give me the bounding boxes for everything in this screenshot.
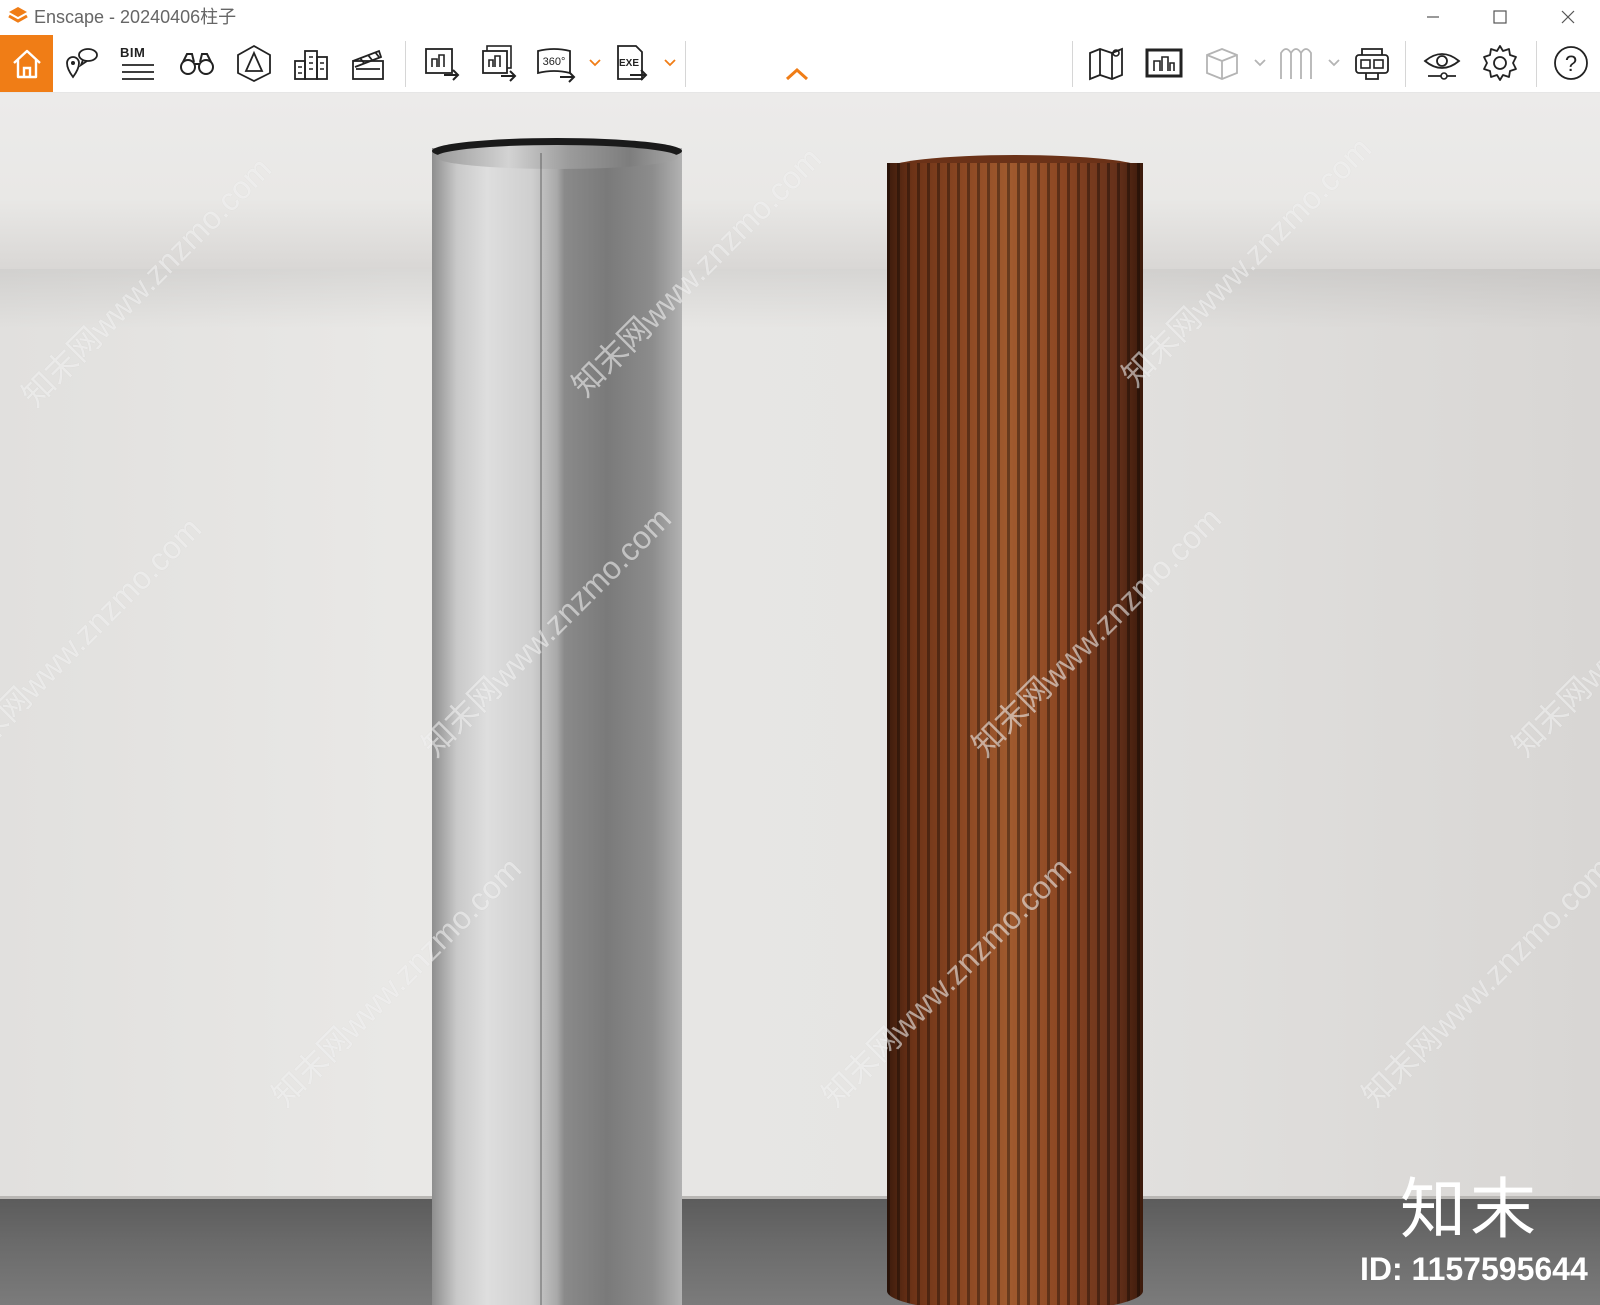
batch-export-icon <box>482 45 517 82</box>
chevron-down-icon <box>589 59 601 67</box>
close-button[interactable] <box>1545 0 1591 34</box>
map-icon <box>1089 47 1123 81</box>
enscape-logo-icon <box>8 7 28 23</box>
close-icon <box>1561 10 1575 24</box>
settings-button[interactable] <box>1476 39 1524 87</box>
map-button[interactable] <box>1082 39 1130 87</box>
display-view-button[interactable] <box>1140 39 1188 87</box>
home-button[interactable] <box>0 35 53 92</box>
clapperboard-icon <box>352 49 384 80</box>
window-title: Enscape - 20240406柱子 <box>34 7 237 27</box>
metal-column-seam <box>540 153 542 1305</box>
collapse-toolbar-button[interactable] <box>775 57 819 91</box>
panorama-360-button[interactable]: 360° <box>532 39 580 87</box>
box-icon <box>1206 48 1238 80</box>
metal-column-top <box>436 145 678 169</box>
help-icon: ? <box>1554 46 1588 80</box>
cloth-dropdown[interactable] <box>1326 53 1342 73</box>
box-asset-dropdown[interactable] <box>1252 53 1268 73</box>
view-cube-icon <box>237 44 271 83</box>
minimize-icon <box>1427 16 1439 18</box>
visual-settings-eye-icon <box>1423 53 1461 80</box>
location-comment-icon <box>66 48 98 79</box>
toolbar-separator <box>1405 41 1406 87</box>
asset-id-text: ID: 1157595644 <box>1360 1251 1588 1287</box>
panorama-dropdown[interactable] <box>587 53 603 73</box>
main-toolbar: BIM 360° EXE ? <box>0 35 1600 93</box>
settings-gear-icon <box>1483 45 1517 81</box>
binoculars-button[interactable] <box>173 39 221 87</box>
chevron-down-icon <box>1254 59 1266 67</box>
vr-headset-icon <box>1355 48 1389 80</box>
chevron-up-icon <box>785 67 809 81</box>
display-view-icon <box>1145 48 1183 78</box>
export-image-icon <box>425 48 460 81</box>
wall-shadow <box>0 269 1600 329</box>
toolbar-separator <box>1072 41 1073 87</box>
panorama-360-icon: 360° <box>537 48 576 83</box>
video-editor-button[interactable] <box>344 39 392 87</box>
export-exe-dropdown[interactable] <box>662 53 678 73</box>
help-button[interactable]: ? <box>1547 39 1595 87</box>
location-comment-button[interactable] <box>57 39 105 87</box>
render-viewport[interactable]: 知末网www.znzmo.com 知末网www.znzmo.com 知末网www… <box>0 93 1600 1305</box>
cloth-button[interactable] <box>1272 39 1320 87</box>
visual-settings-button[interactable] <box>1418 39 1466 87</box>
vr-headset-button[interactable] <box>1348 39 1396 87</box>
bim-label: BIM <box>120 45 146 60</box>
buildings-button[interactable] <box>287 39 335 87</box>
help-label: ? <box>1565 51 1577 76</box>
chevron-down-icon <box>664 59 676 67</box>
toolbar-separator <box>685 41 686 87</box>
export-exe-icon: EXE <box>617 45 648 81</box>
home-icon <box>12 49 41 78</box>
brand-logo-text: 知末 <box>1400 1171 1540 1248</box>
buildings-icon <box>294 50 328 80</box>
panorama-360-label: 360° <box>543 56 566 68</box>
batch-export-button[interactable] <box>475 39 523 87</box>
export-image-button[interactable] <box>418 39 466 87</box>
toolbar-separator <box>1536 41 1537 87</box>
title-bar: Enscape - 20240406柱子 <box>0 0 1600 35</box>
export-exe-button[interactable]: EXE <box>608 39 656 87</box>
box-asset-button[interactable] <box>1198 39 1246 87</box>
back-wall <box>0 269 1600 1199</box>
toolbar-separator <box>405 41 406 87</box>
maximize-button[interactable] <box>1477 0 1523 34</box>
view-cube-button[interactable] <box>230 39 278 87</box>
export-exe-label: EXE <box>619 58 639 69</box>
chevron-down-icon <box>1328 59 1340 67</box>
binoculars-icon <box>180 53 214 75</box>
maximize-icon <box>1493 10 1507 24</box>
minimize-button[interactable] <box>1410 0 1456 34</box>
cloth-icon <box>1280 48 1312 79</box>
